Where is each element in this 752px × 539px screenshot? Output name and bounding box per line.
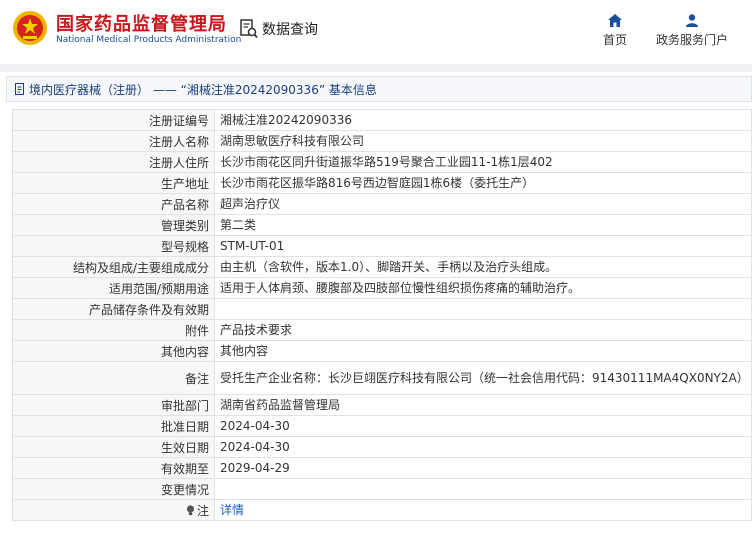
nav-gov-label: 政务服务门户: [656, 33, 729, 47]
nav-gov-portal[interactable]: 政务服务门户: [656, 14, 728, 48]
breadcrumb-text: 境内医疗器械（注册） —— “湘械注准20242090336” 基本信息: [29, 82, 377, 97]
brand-title[interactable]: 国家药品监督管理局: [56, 10, 227, 36]
header-divider: [0, 64, 752, 72]
nav-home-label: 首页: [603, 33, 628, 47]
field-value: 2024-04-30: [214, 415, 752, 437]
table-row: 批准日期 2024-04-30: [12, 415, 752, 437]
field-value: 受托生产企业名称：长沙巨翊医疗科技有限公司（统一社会信用代码：91430111M…: [214, 361, 752, 395]
field-value: 湘械注准20242090336: [214, 109, 752, 131]
field-label: 产品名称: [12, 193, 215, 215]
table-row: 变更情况: [12, 478, 752, 500]
field-value: [214, 478, 752, 500]
table-row: 有效期至 2029-04-29: [12, 457, 752, 479]
user-icon: [686, 14, 698, 27]
site-header: 国家药品监督管理局 National Medical Products Admi…: [0, 0, 752, 64]
table-row: 结构及组成/主要组成成分 由主机（含软件，版本1.0）、脚踏开关、手柄以及治疗头组…: [12, 256, 752, 278]
field-value: 第二类: [214, 214, 752, 236]
table-row: 附件 产品技术要求: [12, 319, 752, 341]
table-row: 注册证编号 湘械注准20242090336: [12, 109, 752, 131]
table-row: 适用范围/预期用途 适用于人体肩颈、腰腹部及四肢部位慢性组织损伤疼痛的辅助治疗。: [12, 277, 752, 299]
brand-subtitle: National Medical Products Administration: [56, 35, 242, 45]
field-label: 生产地址: [12, 172, 215, 194]
field-label: 变更情况: [12, 478, 215, 500]
field-value: 湖南省药品监督管理局: [214, 394, 752, 416]
breadcrumb: 境内医疗器械（注册） —— “湘械注准20242090336” 基本信息: [6, 76, 752, 102]
emblem-logo[interactable]: [12, 10, 48, 46]
field-label: 注册人住所: [12, 151, 215, 173]
field-value: 2024-04-30: [214, 436, 752, 458]
field-label: 产品储存条件及有效期: [12, 298, 215, 320]
field-label: 备注: [12, 361, 215, 395]
field-value: 详情: [214, 499, 752, 521]
lightbulb-icon: [186, 504, 195, 515]
field-value: 2029-04-29: [214, 457, 752, 479]
table-row: 注册人名称 湖南思敏医疗科技有限公司: [12, 130, 752, 152]
field-value: 长沙市雨花区振华路816号西边智庭园1栋6楼（委托生产）: [214, 172, 752, 194]
field-label: 生效日期: [12, 436, 215, 458]
field-value: 由主机（含软件，版本1.0）、脚踏开关、手柄以及治疗头组成。: [214, 256, 752, 278]
table-row: 审批部门 湖南省药品监督管理局: [12, 394, 752, 416]
table-row: 其他内容 其他内容: [12, 340, 752, 362]
details-link[interactable]: 详情: [220, 503, 244, 517]
field-label: 注: [12, 499, 215, 521]
data-query-label: 数据查询: [262, 22, 318, 38]
field-value: STM-UT-01: [214, 235, 752, 257]
table-row: 型号规格 STM-UT-01: [12, 235, 752, 257]
field-value: 其他内容: [214, 340, 752, 362]
table-row: 产品名称 超声治疗仪: [12, 193, 752, 215]
field-value: 适用于人体肩颈、腰腹部及四肢部位慢性组织损伤疼痛的辅助治疗。: [214, 277, 752, 299]
field-value: 超声治疗仪: [214, 193, 752, 215]
note-label: 注: [196, 503, 209, 518]
field-label: 型号规格: [12, 235, 215, 257]
document-icon: [15, 83, 24, 95]
registration-info-table: 注册证编号 湘械注准20242090336 注册人名称 湖南思敏医疗科技有限公司 注…: [12, 109, 752, 521]
nav-home[interactable]: 首页: [603, 14, 627, 48]
field-label: 结构及组成/主要组成成分: [12, 256, 215, 278]
data-query-link[interactable]: 数据查询: [240, 18, 318, 40]
home-icon: [608, 14, 622, 27]
table-row: 注册人住所 长沙市雨花区同升街道振华路519号聚合工业园11-1栋1层402: [12, 151, 752, 173]
field-label: 审批部门: [12, 394, 215, 416]
table-row: 产品储存条件及有效期: [12, 298, 752, 320]
table-row: 注 详情: [12, 499, 752, 521]
field-label: 有效期至: [12, 457, 215, 479]
search-doc-icon: [240, 19, 258, 39]
field-value: [214, 298, 752, 320]
field-label: 注册证编号: [12, 109, 215, 131]
field-label: 管理类别: [12, 214, 215, 236]
field-value: 湖南思敏医疗科技有限公司: [214, 130, 752, 152]
field-label: 附件: [12, 319, 215, 341]
field-label: 批准日期: [12, 415, 215, 437]
field-value: 产品技术要求: [214, 319, 752, 341]
field-value: 长沙市雨花区同升街道振华路519号聚合工业园11-1栋1层402: [214, 151, 752, 173]
note-label-wrap: 注: [186, 502, 209, 519]
table-row: 备注 受托生产企业名称：长沙巨翊医疗科技有限公司（统一社会信用代码：9143011…: [12, 361, 752, 395]
field-label: 注册人名称: [12, 130, 215, 152]
table-row: 管理类别 第二类: [12, 214, 752, 236]
table-row: 生产地址 长沙市雨花区振华路816号西边智庭园1栋6楼（委托生产）: [12, 172, 752, 194]
table-row: 生效日期 2024-04-30: [12, 436, 752, 458]
field-label: 适用范围/预期用途: [12, 277, 215, 299]
field-label: 其他内容: [12, 340, 215, 362]
